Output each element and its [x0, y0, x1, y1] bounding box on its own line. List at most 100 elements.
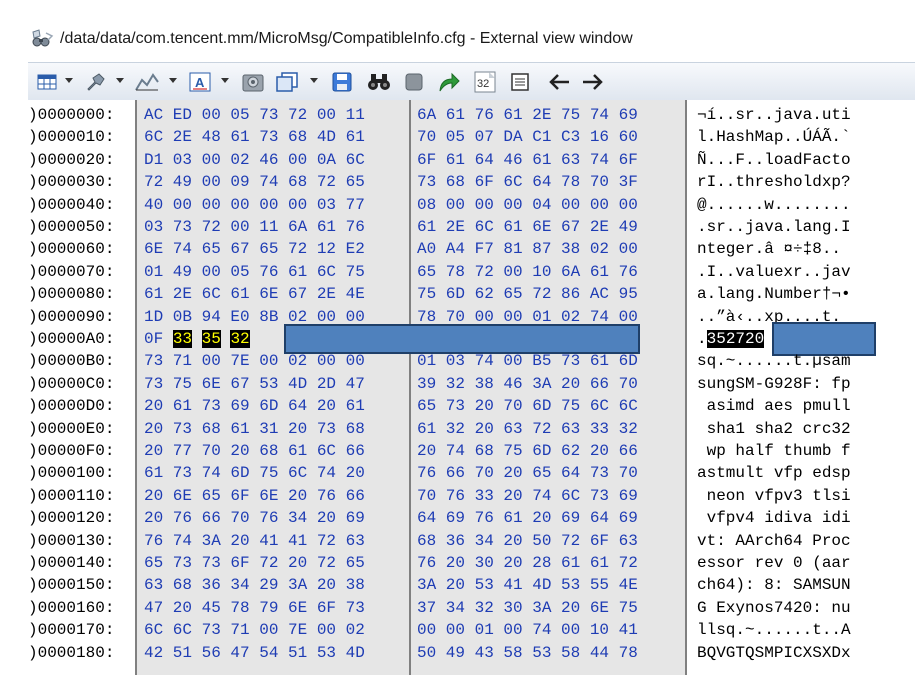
- chevron-down-icon[interactable]: [65, 78, 73, 83]
- hex-bytes-right[interactable]: 00 00 01 00 74 00 10 41: [417, 619, 638, 641]
- hex-bytes-left[interactable]: 20 77 70 20 68 61 6C 66: [144, 440, 365, 462]
- ascii-text[interactable]: G Exynos7420: nu: [697, 597, 851, 619]
- ascii-text[interactable]: wp half thumb f: [697, 440, 851, 462]
- ascii-text[interactable]: nteger.â ¤÷‡8..: [697, 238, 841, 260]
- list-icon[interactable]: [508, 70, 532, 94]
- hex-bytes-left[interactable]: 03 73 72 00 11 6A 61 76: [144, 216, 365, 238]
- ascii-text[interactable]: sq.~......t.µsam: [697, 350, 851, 372]
- hex-bytes-left[interactable]: 63 68 36 34 29 3A 20 38: [144, 574, 365, 596]
- offset-label: )0000140:: [28, 554, 115, 572]
- save-icon[interactable]: [330, 70, 354, 94]
- ascii-text[interactable]: ch64): 8: SAMSUN: [697, 574, 851, 596]
- hex-bytes-right[interactable]: 73 68 6F 6C 64 78 70 3F: [417, 171, 638, 193]
- view-mode-grid-icon[interactable]: [36, 70, 58, 94]
- hex-bytes-left[interactable]: 61 2E 6C 61 6E 67 2E 4E: [144, 283, 365, 305]
- hex-bytes-left[interactable]: 42 51 56 47 54 51 53 4D: [144, 642, 365, 664]
- ascii-text[interactable]: .I..valuexr..jav: [697, 261, 851, 283]
- gear-disk-icon[interactable]: [240, 70, 266, 94]
- ascii-text[interactable]: sungSM-G928F: fp: [697, 373, 851, 395]
- hex-bytes-left[interactable]: 6C 6C 73 71 00 7E 00 02: [144, 619, 365, 641]
- chart-icon[interactable]: [134, 70, 160, 94]
- ascii-text[interactable]: asimd aes pmull: [697, 395, 851, 417]
- hex-bytes-right[interactable]: 68 36 34 20 50 72 6F 63: [417, 530, 638, 552]
- hex-bytes-left[interactable]: 20 76 66 70 76 34 20 69: [144, 507, 365, 529]
- hex-bytes-left[interactable]: 20 6E 65 6F 6E 20 76 66: [144, 485, 365, 507]
- hex-bytes-left[interactable]: 0F 33 35 32: [144, 328, 259, 350]
- ascii-text[interactable]: essor rev 0 (aar: [697, 552, 851, 574]
- pin-icon[interactable]: [84, 70, 108, 94]
- offset-label: )0000030:: [28, 173, 115, 192]
- hex-bytes-right[interactable]: 61 32 20 63 72 63 33 32: [417, 418, 638, 440]
- ascii-text[interactable]: l.HashMap..ÚÁÃ.`: [697, 126, 851, 148]
- hex-bytes-right[interactable]: 70 76 33 20 74 6C 73 69: [417, 485, 638, 507]
- hex-bytes-right[interactable]: A0 A4 F7 81 87 38 02 00: [417, 238, 638, 260]
- chevron-down-icon[interactable]: [116, 78, 124, 83]
- hex-bytes-left[interactable]: AC ED 00 05 73 72 00 11: [144, 104, 365, 126]
- selected-ascii[interactable]: 352720: [706, 330, 765, 348]
- binoculars-icon[interactable]: [366, 70, 392, 94]
- hex-bytes-right[interactable]: 3A 20 53 41 4D 53 55 4E: [417, 574, 638, 596]
- selected-byte[interactable]: 32: [230, 330, 250, 348]
- ascii-text[interactable]: sha1 sha2 crc32: [697, 418, 851, 440]
- hex-bytes-right[interactable]: 76 66 70 20 65 64 73 70: [417, 462, 638, 484]
- chevron-down-icon[interactable]: [169, 78, 177, 83]
- hex-bytes-right[interactable]: 39 32 38 46 3A 20 66 70: [417, 373, 638, 395]
- hex-bytes-left[interactable]: 47 20 45 78 79 6E 6F 73: [144, 597, 365, 619]
- ascii-text[interactable]: astmult vfp edsp: [697, 462, 851, 484]
- hex-bytes-right[interactable]: 20 74 68 75 6D 62 20 66: [417, 440, 638, 462]
- ascii-text[interactable]: @......w........: [697, 194, 851, 216]
- ascii-text[interactable]: vfpv4 idiva idi: [697, 507, 851, 529]
- bits-32-icon[interactable]: 32: [472, 70, 498, 94]
- selected-byte[interactable]: 33: [172, 330, 193, 348]
- ascii-text[interactable]: llsq.~......t..A: [697, 619, 851, 641]
- ascii-text[interactable]: neon vfpv3 tlsi: [697, 485, 851, 507]
- offset-label: )0000070:: [28, 262, 115, 281]
- forward-arrow-icon[interactable]: [580, 70, 606, 94]
- hex-bytes-right[interactable]: 75 6D 62 65 72 86 AC 95: [417, 283, 638, 305]
- copy-icon[interactable]: [274, 70, 300, 94]
- hex-bytes-right[interactable]: 08 00 00 00 04 00 00 00: [417, 194, 638, 216]
- ascii-text[interactable]: BQVGTQSMPICXSXDx: [697, 642, 851, 664]
- ascii-text[interactable]: vt: AArch64 Proc: [697, 530, 851, 552]
- hex-bytes-right[interactable]: 01 03 74 00 B5 73 61 6D: [417, 350, 638, 372]
- hex-bytes-right[interactable]: 6F 61 64 46 61 63 74 6F: [417, 149, 638, 171]
- hex-bytes-left[interactable]: 65 73 73 6F 72 20 72 65: [144, 552, 365, 574]
- ascii-text[interactable]: Ñ...F..loadFacto: [697, 149, 851, 171]
- hex-bytes-right[interactable]: 65 78 72 00 10 6A 61 76: [417, 261, 638, 283]
- text-format-icon[interactable]: A: [188, 70, 212, 94]
- ascii-text[interactable]: .352720: [697, 328, 765, 350]
- ascii-text[interactable]: .sr..java.lang.I: [697, 216, 851, 238]
- hex-bytes-left[interactable]: D1 03 00 02 46 00 0A 6C: [144, 149, 365, 171]
- hex-bytes-left[interactable]: 20 73 68 61 31 20 73 68: [144, 418, 365, 440]
- ascii-text[interactable]: ¬í..sr..java.uti: [697, 104, 851, 126]
- hex-bytes-left[interactable]: 6C 2E 48 61 73 68 4D 61: [144, 126, 365, 148]
- hex-bytes-left[interactable]: 01 49 00 05 76 61 6C 75: [144, 261, 365, 283]
- hex-bytes-left[interactable]: 20 61 73 69 6D 64 20 61: [144, 395, 365, 417]
- hex-bytes-right[interactable]: 76 20 30 20 28 61 61 72: [417, 552, 638, 574]
- hex-editor-view[interactable]: )0000000: AC ED 00 05 73 72 00 11 6A 61 76…: [28, 100, 915, 675]
- ascii-text[interactable]: rI..thresholdxp?: [697, 171, 851, 193]
- hex-bytes-left[interactable]: 6E 74 65 67 65 72 12 E2: [144, 238, 365, 260]
- hex-bytes-right[interactable]: 61 2E 6C 61 6E 67 2E 49: [417, 216, 638, 238]
- hex-bytes-left[interactable]: 72 49 00 09 74 68 72 65: [144, 171, 365, 193]
- hex-bytes-left[interactable]: 73 75 6E 67 53 4D 2D 47: [144, 373, 365, 395]
- hex-bytes-right[interactable]: 50 49 43 58 53 58 44 78: [417, 642, 638, 664]
- back-arrow-icon[interactable]: [546, 70, 572, 94]
- hex-bytes-right[interactable]: 37 34 32 30 3A 20 6E 75: [417, 597, 638, 619]
- hex-bytes-right[interactable]: 6A 61 76 61 2E 75 74 69: [417, 104, 638, 126]
- offset-label: )00000F0:: [28, 442, 115, 460]
- hex-bytes-left[interactable]: 76 74 3A 20 41 41 72 63: [144, 530, 365, 552]
- hex-bytes-right[interactable]: 65 73 20 70 6D 75 6C 6C: [417, 395, 638, 417]
- selected-byte[interactable]: 35: [201, 330, 221, 348]
- hex-bytes-right[interactable]: 64 69 76 61 20 69 64 69: [417, 507, 638, 529]
- hex-bytes-right[interactable]: 70 05 07 DA C1 C3 16 60: [417, 126, 638, 148]
- chevron-down-icon[interactable]: [310, 78, 318, 83]
- chevron-down-icon[interactable]: [221, 78, 229, 83]
- goto-arrow-icon[interactable]: [436, 70, 462, 94]
- hex-bytes-left[interactable]: 73 71 00 7E 00 02 00 00: [144, 350, 365, 372]
- offset-label: )00000D0:: [28, 397, 115, 416]
- hex-bytes-left[interactable]: 61 73 74 6D 75 6C 74 20: [144, 462, 365, 484]
- hex-bytes-left[interactable]: 40 00 00 00 00 00 03 77: [144, 194, 365, 216]
- stop-icon[interactable]: [402, 70, 426, 94]
- ascii-text[interactable]: a.lang.Number†¬•: [697, 283, 851, 305]
